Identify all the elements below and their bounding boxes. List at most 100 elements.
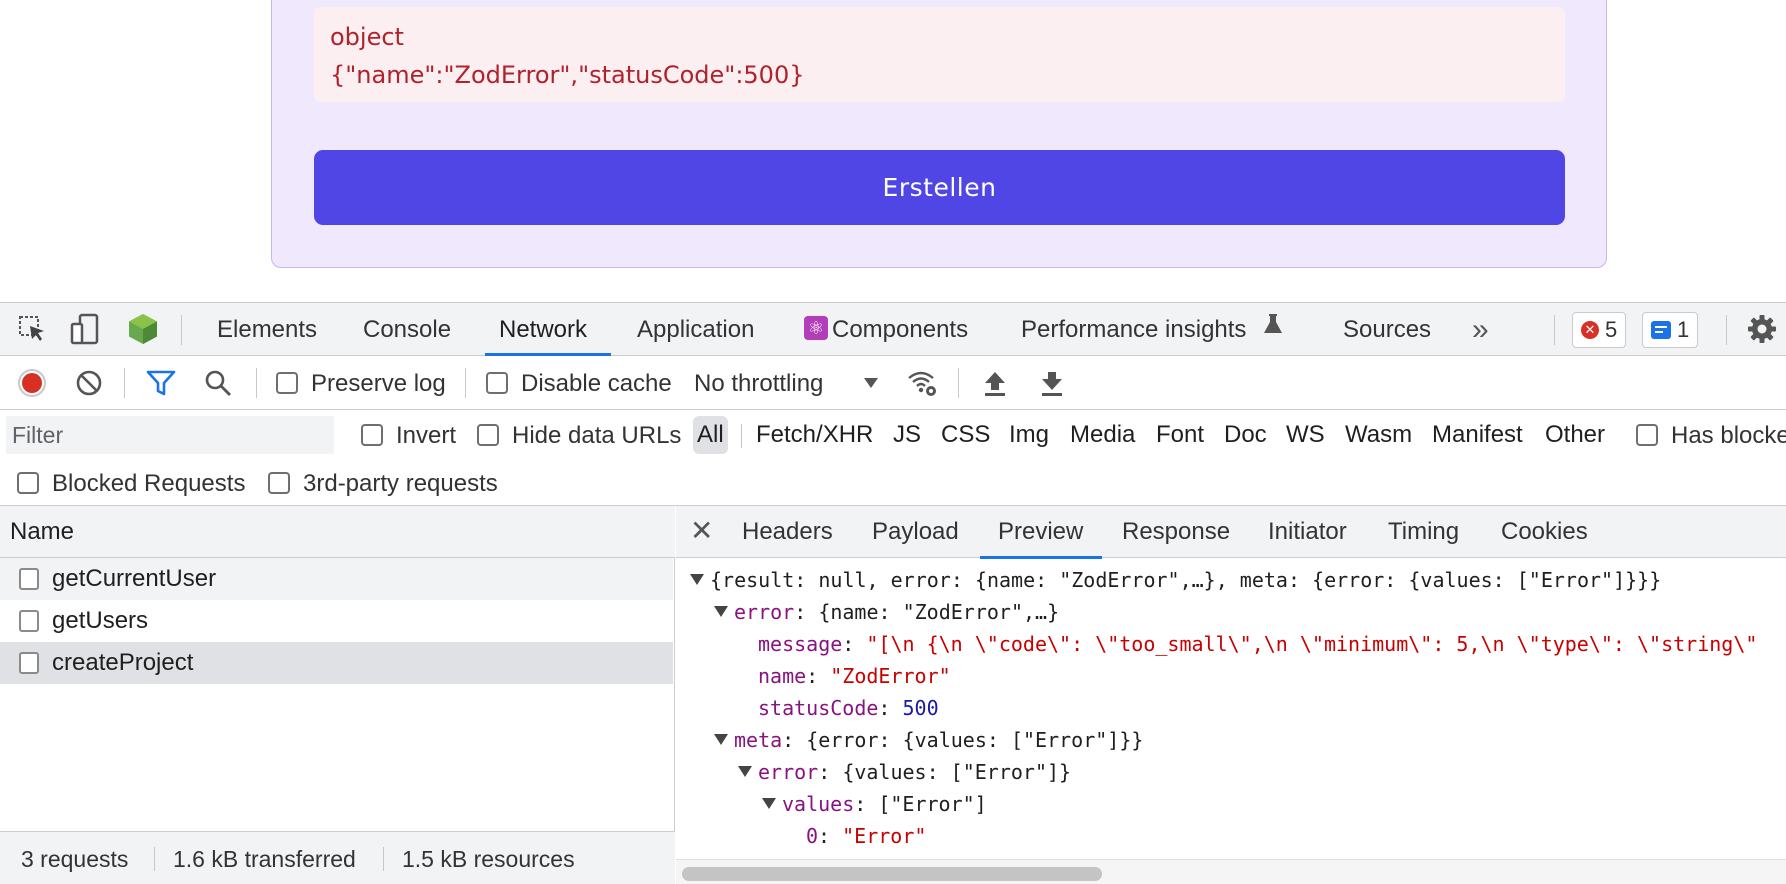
request-icon [19, 652, 39, 674]
tab-initiator[interactable]: Initiator [1268, 506, 1347, 558]
third-party-requests-checkbox[interactable] [268, 472, 290, 494]
json-error-node[interactable]: error: {name: "ZodError",…} [714, 596, 1059, 628]
json-values-node[interactable]: values: ["Error"] [762, 788, 987, 820]
export-har-icon[interactable] [1034, 365, 1070, 401]
invert-checkbox[interactable] [361, 424, 383, 446]
divider [181, 315, 182, 345]
tab-preview[interactable]: Preview [979, 506, 1103, 559]
messages-badge[interactable]: 1 [1642, 312, 1699, 348]
messages-count: 1 [1677, 317, 1690, 342]
more-tabs-button[interactable]: » [1472, 303, 1489, 356]
filter-funnel-icon[interactable] [143, 365, 179, 401]
third-party-requests-label: 3rd-party requests [303, 470, 498, 497]
horizontal-scrollbar[interactable] [676, 859, 1786, 884]
tab-headers[interactable]: Headers [742, 506, 833, 558]
json-meta-error-node[interactable]: error: {values: ["Error"]} [738, 756, 1071, 788]
request-row-createproject[interactable]: createProject [0, 642, 673, 684]
tab-sources[interactable]: Sources [1343, 303, 1431, 356]
details-tabbar: ✕ Headers Payload Preview Response Initi… [676, 506, 1786, 559]
search-icon[interactable] [200, 365, 236, 401]
divider [256, 368, 257, 398]
errors-count: 5 [1605, 317, 1618, 342]
disable-cache-checkbox[interactable] [486, 372, 508, 394]
type-filter-media[interactable]: Media [1066, 416, 1139, 454]
request-details: ✕ Headers Payload Preview Response Initi… [676, 506, 1786, 884]
name-column-header[interactable]: Name [0, 506, 675, 558]
tab-console[interactable]: Console [363, 303, 451, 356]
blocked-requests-label: Blocked Requests [52, 470, 246, 497]
json-array-item: 0: "Error" [806, 824, 927, 848]
has-blocked-cookies-checkbox[interactable] [1636, 424, 1658, 446]
divider [958, 368, 959, 398]
tab-performance-insights-label: Performance insights [1021, 316, 1247, 343]
transferred-size: 1.6 kB transferred [173, 846, 356, 872]
scrollbar-thumb[interactable] [682, 867, 1102, 881]
type-filter-wasm[interactable]: Wasm [1341, 416, 1416, 454]
json-statuscode-line: statusCode: 500 [758, 696, 939, 720]
record-icon[interactable] [14, 365, 50, 401]
tab-application[interactable]: Application [637, 303, 754, 356]
type-filter-manifest[interactable]: Manifest [1428, 416, 1527, 454]
error-json-text: {"name":"ZodError","statusCode":500} [330, 61, 805, 89]
expand-triangle-icon [690, 574, 704, 585]
network-summary-footer: 3 requests 1.6 kB transferred 1.5 kB res… [0, 831, 675, 884]
error-type-text: object [330, 23, 404, 51]
react-icon: ⚛ [804, 315, 828, 340]
preserve-log-checkbox[interactable] [276, 372, 298, 394]
hide-data-urls-checkbox[interactable] [477, 424, 499, 446]
tab-elements[interactable]: Elements [217, 303, 317, 356]
expand-triangle-icon [714, 734, 728, 745]
inspect-element-icon[interactable] [14, 311, 50, 347]
clear-icon[interactable] [71, 365, 107, 401]
dropdown-arrow-icon[interactable] [853, 365, 889, 401]
blocked-requests-checkbox[interactable] [17, 472, 39, 494]
tab-payload[interactable]: Payload [872, 506, 959, 558]
has-blocked-cookies-label: Has blocked cookies [1671, 422, 1786, 449]
divider [465, 368, 466, 398]
type-filter-js[interactable]: JS [889, 416, 925, 454]
request-name: createProject [52, 649, 194, 676]
resources-size: 1.5 kB resources [402, 846, 575, 872]
requests-count: 3 requests [21, 846, 129, 872]
type-filter-doc[interactable]: Doc [1220, 416, 1271, 454]
type-filter-img[interactable]: Img [1005, 416, 1053, 454]
devtools-panel: Elements Console Network Application ⚛ Co… [0, 302, 1786, 884]
json-root-node[interactable]: {result: null, error: {name: "ZodError",… [690, 564, 1661, 596]
type-filter-other[interactable]: Other [1541, 416, 1609, 454]
request-icon [19, 568, 39, 590]
errors-badge[interactable]: ✕ 5 [1572, 312, 1627, 348]
divider [1726, 315, 1727, 345]
type-filter-all[interactable]: All [693, 416, 728, 454]
invert-label: Invert [396, 422, 457, 449]
expand-triangle-icon [714, 606, 728, 617]
network-filter-bar: Invert Hide data URLs All Fetch/XHR JS C… [0, 410, 1786, 506]
device-toolbar-icon[interactable] [67, 311, 103, 347]
type-filter-css[interactable]: CSS [937, 416, 994, 454]
type-filter-fetch-xhr[interactable]: Fetch/XHR [752, 416, 877, 454]
tab-cookies[interactable]: Cookies [1501, 506, 1588, 558]
request-row-getusers[interactable]: getUsers [0, 600, 673, 642]
tab-components-label: Components [832, 316, 969, 343]
tab-response[interactable]: Response [1122, 506, 1230, 558]
tab-performance-insights[interactable]: Performance insights [1021, 303, 1283, 356]
message-icon [1651, 321, 1671, 339]
network-conditions-icon[interactable] [904, 365, 940, 401]
extension-cube-icon[interactable] [125, 311, 161, 347]
filter-input[interactable] [6, 416, 334, 454]
import-har-icon[interactable] [977, 365, 1013, 401]
json-meta-node[interactable]: meta: {error: {values: ["Error"]}} [714, 724, 1143, 756]
settings-gear-icon[interactable] [1744, 311, 1780, 347]
type-filter-font[interactable]: Font [1152, 416, 1208, 454]
tab-timing[interactable]: Timing [1388, 506, 1459, 558]
project-form-card: object {"name":"ZodError","statusCode":5… [271, 0, 1607, 268]
json-preview: {result: null, error: {name: "ZodError",… [676, 558, 1786, 858]
erstellen-button[interactable]: Erstellen [314, 150, 1565, 225]
tab-network[interactable]: Network [484, 303, 612, 356]
tab-components[interactable]: ⚛ Components [804, 303, 968, 356]
request-name: getCurrentUser [52, 565, 217, 592]
throttling-select[interactable]: No throttling [694, 370, 823, 398]
close-icon[interactable]: ✕ [690, 506, 713, 558]
request-row-getcurrentuser[interactable]: getCurrentUser [0, 558, 673, 600]
type-filter-ws[interactable]: WS [1282, 416, 1329, 454]
network-toolbar: Preserve log Disable cache No throttling [0, 356, 1786, 410]
